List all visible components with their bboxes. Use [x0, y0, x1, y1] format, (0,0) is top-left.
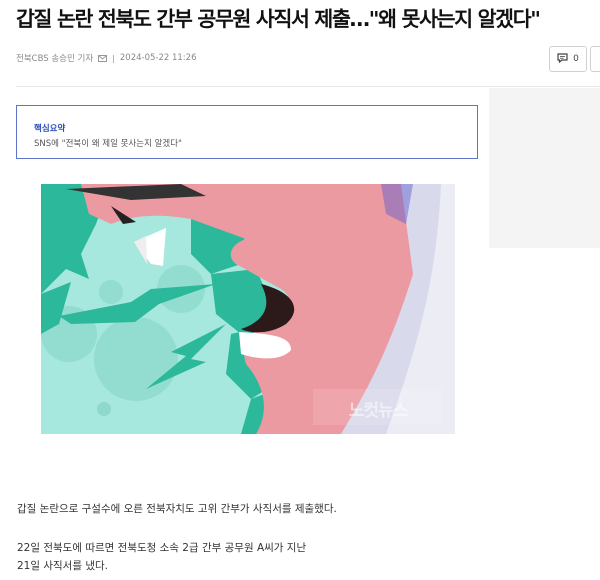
image-watermark: 노컷뉴스 [349, 401, 409, 421]
comment-button[interactable]: 0 [549, 46, 587, 72]
comment-icon [557, 52, 568, 66]
article-headline: 갑질 논란 전북도 간부 공무원 사직서 제출…"왜 못사는지 알겠다" [16, 7, 541, 31]
share-button[interactable] [590, 46, 600, 72]
byline-separator: | [112, 53, 115, 63]
article-paragraph-2-cont: 21일 사직서를 냈다. [17, 560, 108, 572]
publish-date: 2024-05-22 11:26 [119, 53, 197, 63]
article-paragraph-1: 갑질 논란으로 구설수에 오른 전북자치도 고위 간부가 사직서를 제출했다. [17, 503, 337, 515]
summary-box: 핵심요약 SNS에 "전북이 왜 제일 못사는지 알겠다" [16, 105, 478, 159]
summary-text: SNS에 "전북이 왜 제일 못사는지 알겠다" [34, 139, 182, 149]
article-paragraph-2: 22일 전북도에 따르면 전북도청 소속 2급 간부 공무원 A씨가 지난 [17, 542, 307, 554]
byline: 전북CBS 송승민 기자 | 2024-05-22 11:26 [16, 52, 196, 64]
article-illustration: 노컷뉴스 [41, 184, 455, 434]
mail-icon[interactable] [98, 54, 108, 62]
side-ad-panel [489, 88, 600, 248]
summary-title: 핵심요약 [34, 124, 66, 134]
comment-count: 0 [573, 54, 579, 64]
source-reporter: 전북CBS 송승민 기자 [16, 54, 94, 64]
header-divider [16, 86, 600, 87]
